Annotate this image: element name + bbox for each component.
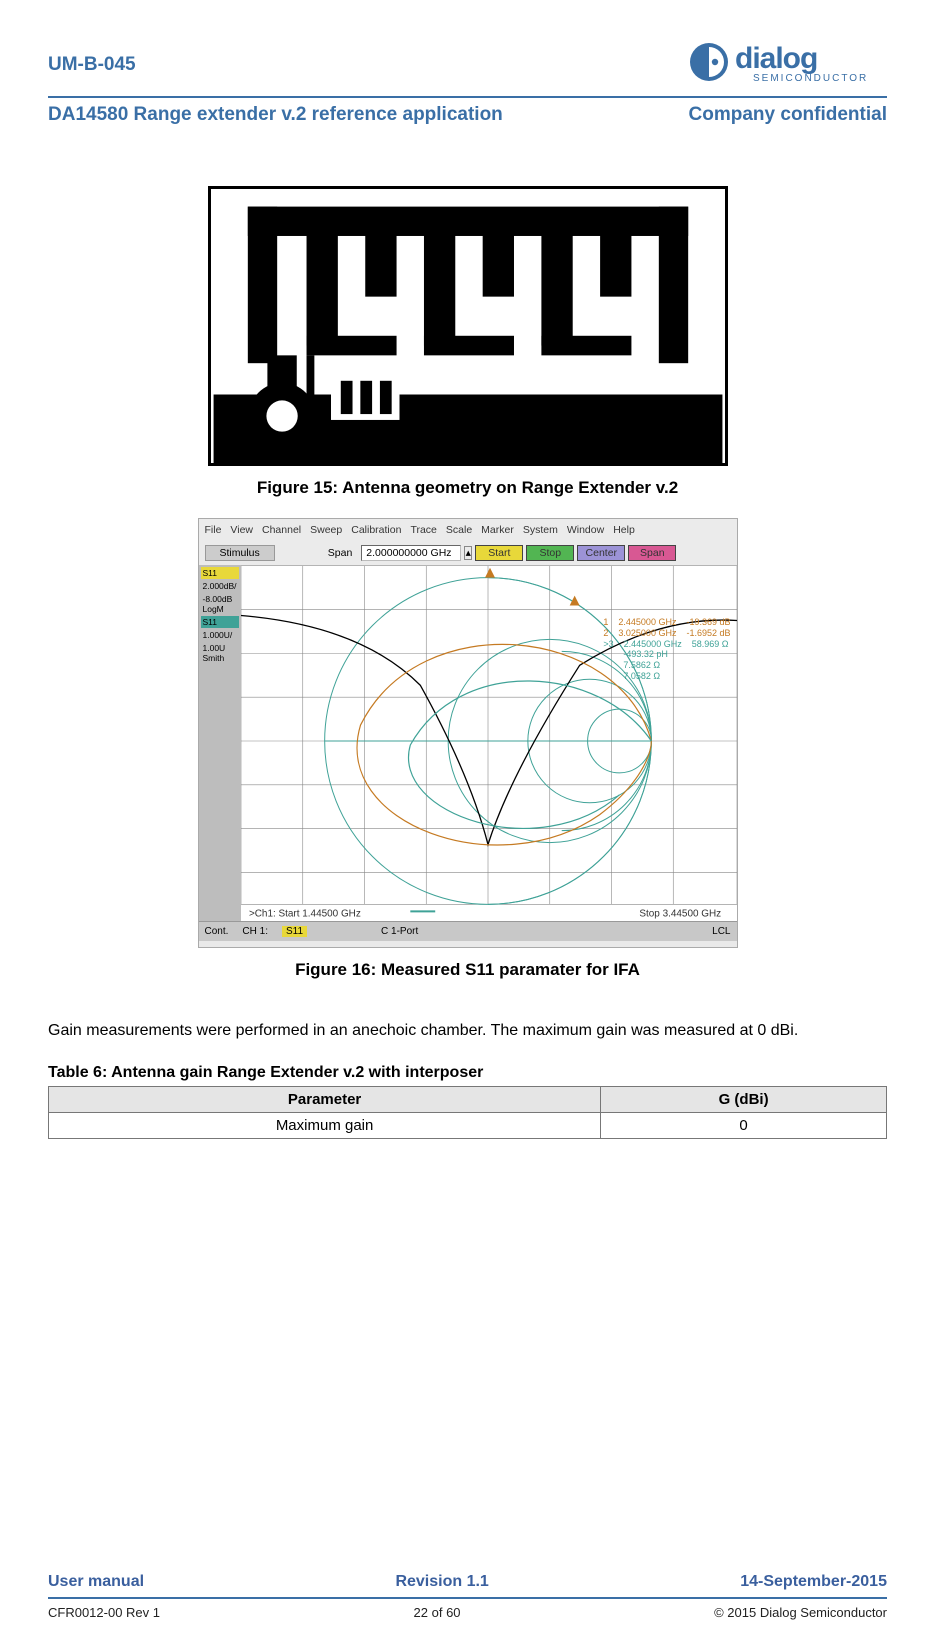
doc-id: UM-B-045: [48, 54, 136, 76]
svg-text:Stop 3.44500 GHz: Stop 3.44500 GHz: [639, 908, 721, 919]
figure-16-s11-screenshot: File View Channel Sweep Calibration Trac…: [198, 518, 738, 948]
trace-s11-logm[interactable]: S11: [201, 567, 239, 579]
vna-plot-area[interactable]: >Ch1: Start 1.44500 GHz Stop 3.44500 GHz…: [241, 565, 737, 921]
table-header-gain: G (dBi): [601, 1086, 887, 1112]
table-row: Maximum gain 0: [49, 1112, 887, 1138]
trace-scale-2: 1.000U/: [201, 629, 239, 641]
marker-readout: 12.445000 GHz-19.369 dB 23.025000 GHz-1.…: [603, 617, 730, 682]
trace-s11-smith[interactable]: S11: [201, 616, 239, 628]
stop-button[interactable]: Stop: [526, 545, 574, 561]
vna-statusbar: Cont. CH 1: S11 C 1-Port LCL: [199, 921, 737, 941]
vna-menubar: File View Channel Sweep Calibration Trac…: [199, 519, 737, 541]
table-6-title: Table 6: Antenna gain Range Extender v.2…: [48, 1064, 887, 1082]
stimulus-button[interactable]: Stimulus: [205, 545, 275, 561]
trace-ref-2: 1.00U Smith: [201, 642, 239, 664]
status-cont: Cont.: [205, 926, 229, 937]
figure-16-caption: Figure 16: Measured S11 paramater for IF…: [48, 960, 887, 980]
menu-window[interactable]: Window: [567, 524, 604, 536]
menu-help[interactable]: Help: [613, 524, 635, 536]
menu-channel[interactable]: Channel: [262, 524, 301, 536]
menu-view[interactable]: View: [230, 524, 253, 536]
status-port: C 1-Port: [321, 926, 418, 937]
menu-sweep[interactable]: Sweep: [310, 524, 342, 536]
span-button[interactable]: Span: [628, 545, 676, 561]
trace-ref-1: -8.00dB LogM: [201, 593, 239, 615]
spinner-icon[interactable]: ▴: [464, 546, 472, 560]
span-value-field[interactable]: 2.000000000 GHz: [361, 545, 461, 561]
confidential-label: Company confidential: [689, 104, 887, 126]
footer-date: 14-September-2015: [740, 1573, 887, 1591]
trace-scale-1: 2.000dB/: [201, 580, 239, 592]
table-header-parameter: Parameter: [49, 1086, 601, 1112]
footer-copyright: © 2015 Dialog Semiconductor: [714, 1605, 887, 1620]
trace-sidebar: S11 2.000dB/ -8.00dB LogM S11 1.000U/ 1.…: [199, 565, 241, 921]
status-ch: CH 1:: [242, 926, 268, 937]
menu-system[interactable]: System: [523, 524, 558, 536]
footer-cfr: CFR0012-00 Rev 1: [48, 1605, 160, 1620]
header-divider: [48, 96, 887, 98]
svg-text:dialog: dialog: [735, 42, 817, 75]
svg-text:>Ch1: Start 1.44500 GHz: >Ch1: Start 1.44500 GHz: [248, 908, 360, 919]
table-6: Parameter G (dBi) Maximum gain 0: [48, 1086, 887, 1139]
status-s11: S11: [282, 926, 307, 937]
center-button[interactable]: Center: [577, 545, 625, 561]
cell-gain: 0: [601, 1112, 887, 1138]
span-label: Span: [278, 547, 359, 559]
menu-calibration[interactable]: Calibration: [351, 524, 401, 536]
footer-user-manual: User manual: [48, 1573, 144, 1591]
doc-title: DA14580 Range extender v.2 reference app…: [48, 104, 503, 126]
menu-scale[interactable]: Scale: [446, 524, 472, 536]
status-lcl: LCL: [712, 926, 730, 937]
footer-divider: [48, 1597, 887, 1599]
brand-logo: dialog SEMICONDUCTOR: [687, 40, 887, 90]
menu-file[interactable]: File: [205, 524, 222, 536]
cell-parameter: Maximum gain: [49, 1112, 601, 1138]
footer-page: 22 of 60: [414, 1605, 461, 1620]
footer-revision: Revision 1.1: [395, 1573, 488, 1591]
figure-15-antenna-geometry: [208, 186, 728, 466]
svg-text:SEMICONDUCTOR: SEMICONDUCTOR: [753, 73, 868, 84]
menu-trace[interactable]: Trace: [410, 524, 436, 536]
figure-15-caption: Figure 15: Antenna geometry on Range Ext…: [48, 478, 887, 498]
menu-marker[interactable]: Marker: [481, 524, 514, 536]
vna-toolbar: Stimulus Span 2.000000000 GHz ▴ Start St…: [199, 541, 737, 565]
start-button[interactable]: Start: [475, 545, 523, 561]
gain-paragraph: Gain measurements were performed in an a…: [48, 1020, 887, 1042]
